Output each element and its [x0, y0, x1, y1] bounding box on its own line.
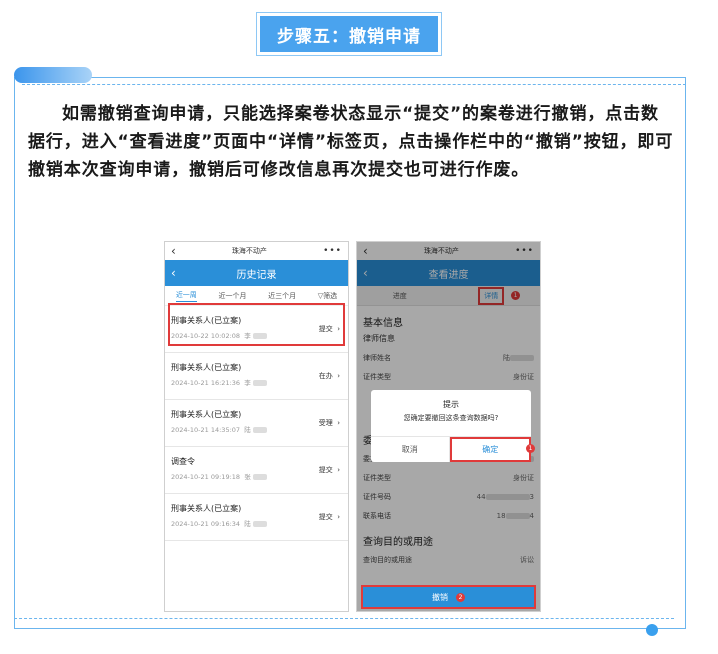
record-name: 调查令 [171, 457, 195, 466]
blurred-text [252, 474, 267, 480]
more-icon[interactable]: ••• [323, 246, 342, 256]
cancel-button[interactable]: 取消 [371, 437, 450, 462]
confirm-dialog: 提示 您确定要撤回这条查询数据吗? 取消 确定 1 [371, 390, 535, 462]
filter-week[interactable]: 近一周 [175, 290, 197, 302]
status-text: 提交 [318, 466, 333, 474]
blurred-text [252, 521, 267, 527]
status-text: 提交 [318, 513, 333, 521]
step-badge-confirm: 1 [526, 444, 535, 453]
history-header: ‹ 历史记录 [165, 260, 348, 286]
record-date: 2024-10-21 09:19:18 [171, 473, 241, 481]
record-row[interactable]: 刑事关系人(已立案) 2024-10-21 16:21:36 李 在办 › [165, 353, 348, 400]
record-date: 2024-10-21 16:21:36 [171, 379, 241, 387]
filter-month[interactable]: 近一个月 [218, 291, 246, 301]
phone-screenshot-history: ‹ 珠海不动产 ••• ‹ 历史记录 近一周 近一个月 近三个月 ▽筛选 刑事关… [164, 241, 349, 612]
record-status: 在办 › [318, 372, 340, 380]
mini-app-titlebar: ‹ 珠海不动产 ••• [165, 242, 348, 260]
record-person: 陆 [244, 426, 251, 434]
app-title: 珠海不动产 [231, 247, 267, 255]
revoke-label: 撤销 [432, 592, 448, 602]
record-status: 提交 › [318, 513, 340, 521]
record-row[interactable]: 刑事关系人(已立案) 2024-10-21 14:35:07 陆 受理 › [165, 400, 348, 447]
revoke-button[interactable]: 撤销 2 [361, 585, 536, 609]
blurred-text [252, 427, 267, 433]
filter-three-months[interactable]: 近三个月 [268, 291, 296, 301]
record-person: 陆 [244, 520, 251, 528]
record-date: 2024-10-21 14:35:07 [171, 426, 241, 434]
record-person: 李 [244, 379, 251, 387]
dashed-divider-bottom [14, 618, 674, 619]
dashed-divider-top [22, 84, 686, 85]
page-title: 历史记录 [236, 269, 277, 281]
filter-button[interactable]: ▽筛选 [318, 291, 337, 301]
record-meta: 2024-10-21 09:19:18 张 [171, 471, 342, 481]
record-status: 受理 › [318, 419, 340, 427]
dialog-title: 提示 [443, 400, 459, 409]
record-person: 张 [244, 473, 251, 481]
record-meta: 2024-10-21 14:35:07 陆 [171, 424, 342, 434]
dialog-buttons: 取消 确定 [371, 436, 531, 462]
status-text: 在办 [318, 372, 333, 380]
dialog-message: 您确定要撤回这条查询数据吗? [403, 414, 499, 422]
record-meta: 2024-10-21 16:21:36 李 [171, 377, 342, 387]
record-row[interactable]: 刑事关系人(已立案) 2024-10-21 09:16:34 陆 提交 › [165, 494, 348, 541]
record-meta: 2024-10-21 09:16:34 陆 [171, 518, 342, 528]
step-banner-frame: 步骤五：撤销申请 [256, 12, 442, 56]
step-badge-2: 2 [456, 592, 465, 602]
decorative-pill [14, 67, 92, 83]
confirm-button[interactable]: 确定 [449, 437, 531, 462]
record-name: 刑事关系人(已立案) [171, 504, 242, 513]
record-status: 提交 › [318, 466, 340, 474]
status-text: 受理 [318, 419, 333, 427]
decorative-dot [646, 624, 658, 636]
record-row[interactable]: 调查令 2024-10-21 09:19:18 张 提交 › [165, 447, 348, 494]
chevron-left-icon[interactable]: ‹ [171, 245, 176, 257]
instruction-paragraph: 如需撤销查询申请，只能选择案卷状态显示“提交”的案卷进行撤销，点击数据行，进入“… [28, 104, 674, 180]
step-title: 步骤五：撤销申请 [260, 16, 438, 52]
record-name: 刑事关系人(已立案) [171, 363, 242, 372]
record-date: 2024-10-21 09:16:34 [171, 520, 241, 528]
record-name: 刑事关系人(已立案) [171, 410, 242, 419]
blurred-text [252, 380, 267, 386]
phone-screenshot-progress: ‹ 珠海不动产 ••• ‹ 查看进度 进度 详情 1 基本信息 律师信息 律师姓… [356, 241, 541, 612]
highlight-box-first-record [168, 303, 345, 346]
